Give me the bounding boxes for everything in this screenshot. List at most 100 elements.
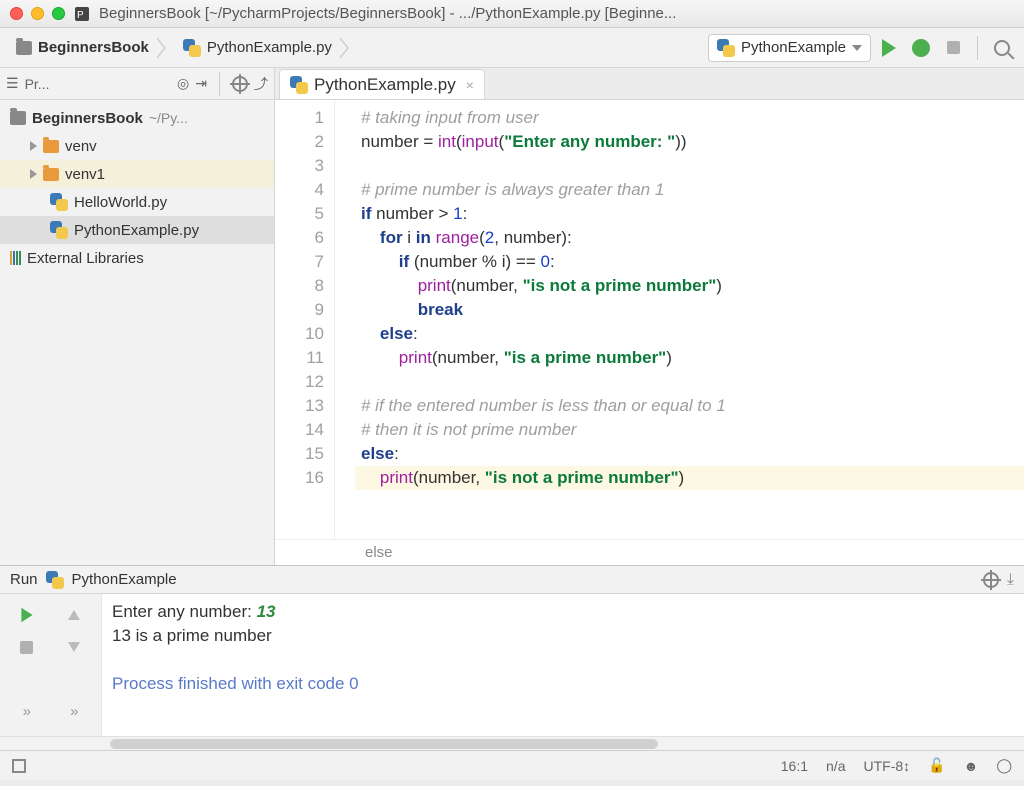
pycharm-app-icon: P bbox=[73, 5, 91, 23]
code-area[interactable]: 12345678910111213141516 # taking input f… bbox=[275, 100, 1024, 539]
main-area: ☰ Pr... ◎ ⇥ ⤴ BeginnersBook ~/Py... venv bbox=[0, 68, 1024, 565]
inspector-icon[interactable]: ☻ bbox=[964, 758, 979, 774]
lock-icon[interactable]: 🔓 bbox=[928, 757, 945, 774]
gear-icon[interactable] bbox=[232, 76, 248, 92]
tree-item-label: venv1 bbox=[65, 166, 105, 183]
chevron-right-icon bbox=[30, 169, 37, 179]
rerun-button[interactable] bbox=[6, 602, 48, 628]
console-output[interactable]: Enter any number: 13 13 is a prime numbe… bbox=[102, 594, 1024, 736]
stop-button[interactable] bbox=[939, 34, 967, 62]
run-tool-window: Run PythonExample ⤓ » » Enter any number… bbox=[0, 565, 1024, 750]
external-libraries[interactable]: External Libraries bbox=[0, 244, 274, 272]
python-file-icon bbox=[717, 39, 735, 57]
folder-icon bbox=[43, 168, 59, 181]
folder-icon bbox=[43, 140, 59, 153]
prev-button[interactable]: » bbox=[6, 698, 48, 724]
tree-item-label: venv bbox=[65, 138, 97, 155]
target-icon[interactable]: ◎ bbox=[177, 75, 189, 92]
tree-item-label: External Libraries bbox=[27, 250, 144, 267]
chevron-down-icon bbox=[852, 45, 862, 51]
console-result: 13 is a prime number bbox=[112, 626, 272, 645]
status-cursor-position[interactable]: 16:1 bbox=[781, 758, 808, 774]
titlebar: P BeginnersBook [~/PycharmProjects/Begin… bbox=[0, 0, 1024, 28]
stop-icon bbox=[20, 641, 33, 654]
breadcrumb-file-label: PythonExample.py bbox=[207, 39, 332, 56]
play-icon bbox=[21, 608, 32, 622]
hide-icon[interactable]: ⤴ bbox=[254, 74, 268, 94]
minimize-window-button[interactable] bbox=[31, 7, 44, 20]
library-icon bbox=[10, 251, 21, 265]
search-icon bbox=[994, 40, 1010, 56]
tree-item-pythonexample[interactable]: PythonExample.py bbox=[0, 216, 274, 244]
feedback-icon[interactable]: ◯ bbox=[996, 757, 1012, 774]
collapse-icon[interactable]: ⇥ bbox=[195, 75, 207, 92]
run-button[interactable] bbox=[875, 34, 903, 62]
arrow-down-icon bbox=[68, 642, 80, 652]
download-icon[interactable]: ⤓ bbox=[1007, 571, 1014, 589]
line-number-gutter: 12345678910111213141516 bbox=[275, 100, 335, 539]
search-everywhere-button[interactable] bbox=[988, 34, 1016, 62]
play-icon bbox=[882, 39, 896, 57]
console-exit-message: Process finished with exit code 0 bbox=[112, 674, 359, 693]
editor-breadcrumb-label: else bbox=[365, 544, 393, 561]
project-tool-header: ☰ Pr... ◎ ⇥ ⤴ bbox=[0, 68, 274, 100]
down-stack-button[interactable] bbox=[54, 634, 96, 660]
project-name: BeginnersBook bbox=[32, 110, 143, 127]
code-content[interactable]: # taking input from usernumber = int(inp… bbox=[355, 100, 1024, 539]
python-file-icon bbox=[46, 571, 64, 589]
close-window-button[interactable] bbox=[10, 7, 23, 20]
breadcrumb-project-label: BeginnersBook bbox=[38, 39, 149, 56]
folder-icon bbox=[10, 111, 26, 125]
python-file-icon bbox=[50, 193, 68, 211]
console-user-input: 13 bbox=[257, 602, 276, 621]
status-bar: 16:1 n/a UTF-8↕ 🔓 ☻ ◯ bbox=[0, 750, 1024, 780]
gear-icon[interactable] bbox=[983, 572, 999, 588]
project-tool-window: ☰ Pr... ◎ ⇥ ⤴ BeginnersBook ~/Py... venv bbox=[0, 68, 275, 565]
run-tool-config: PythonExample bbox=[72, 571, 177, 588]
python-file-icon bbox=[290, 76, 308, 94]
tree-item-venv1[interactable]: venv1 bbox=[0, 160, 274, 188]
tool-windows-button[interactable] bbox=[12, 759, 26, 773]
project-path: ~/Py... bbox=[149, 110, 188, 126]
window-controls bbox=[10, 7, 65, 20]
run-tool-sidebar: » » bbox=[0, 594, 102, 736]
console-scrollbar-thumb[interactable] bbox=[110, 739, 658, 749]
status-indent[interactable]: n/a bbox=[826, 758, 845, 774]
arrow-up-icon bbox=[68, 610, 80, 620]
project-tool-label: Pr... bbox=[25, 76, 50, 92]
tree-item-label: HelloWorld.py bbox=[74, 194, 167, 211]
project-tree: BeginnersBook ~/Py... venv venv1 HelloWo… bbox=[0, 100, 274, 276]
editor-breadcrumb[interactable]: else bbox=[275, 539, 1024, 565]
maximize-window-button[interactable] bbox=[52, 7, 65, 20]
svg-text:P: P bbox=[77, 10, 84, 21]
up-stack-button[interactable] bbox=[54, 602, 96, 628]
run-tool-body: » » Enter any number: 13 13 is a prime n… bbox=[0, 594, 1024, 736]
folder-icon bbox=[16, 41, 32, 55]
editor-tabs: PythonExample.py × bbox=[275, 68, 1024, 100]
run-configuration-selector[interactable]: PythonExample bbox=[708, 34, 871, 62]
breadcrumb-project[interactable]: BeginnersBook bbox=[8, 34, 157, 62]
project-root[interactable]: BeginnersBook ~/Py... bbox=[0, 104, 274, 132]
breadcrumb-file[interactable]: PythonExample.py bbox=[175, 34, 340, 62]
debug-button[interactable] bbox=[907, 34, 935, 62]
close-tab-button[interactable]: × bbox=[466, 77, 474, 93]
python-file-icon bbox=[183, 39, 201, 57]
tree-item-label: PythonExample.py bbox=[74, 222, 199, 239]
next-button[interactable]: » bbox=[54, 698, 96, 724]
run-tool-label: Run bbox=[10, 571, 38, 588]
status-encoding[interactable]: UTF-8↕ bbox=[863, 758, 910, 774]
navigation-bar: BeginnersBook PythonExample.py PythonExa… bbox=[0, 28, 1024, 68]
console-prompt-label: Enter any number: bbox=[112, 602, 257, 621]
run-tool-header: Run PythonExample ⤓ bbox=[0, 566, 1024, 594]
folding-column bbox=[335, 100, 355, 539]
chevron-right-icon bbox=[30, 141, 37, 151]
python-file-icon bbox=[50, 221, 68, 239]
stop-process-button[interactable] bbox=[6, 634, 48, 660]
editor: PythonExample.py × 123456789101112131415… bbox=[275, 68, 1024, 565]
console-scrollbar-track bbox=[0, 736, 1024, 750]
editor-tab-pythonexample[interactable]: PythonExample.py × bbox=[279, 69, 485, 99]
window-title: BeginnersBook [~/PycharmProjects/Beginne… bbox=[99, 5, 1014, 22]
tree-item-helloworld[interactable]: HelloWorld.py bbox=[0, 188, 274, 216]
bug-icon bbox=[912, 39, 930, 57]
tree-item-venv[interactable]: venv bbox=[0, 132, 274, 160]
